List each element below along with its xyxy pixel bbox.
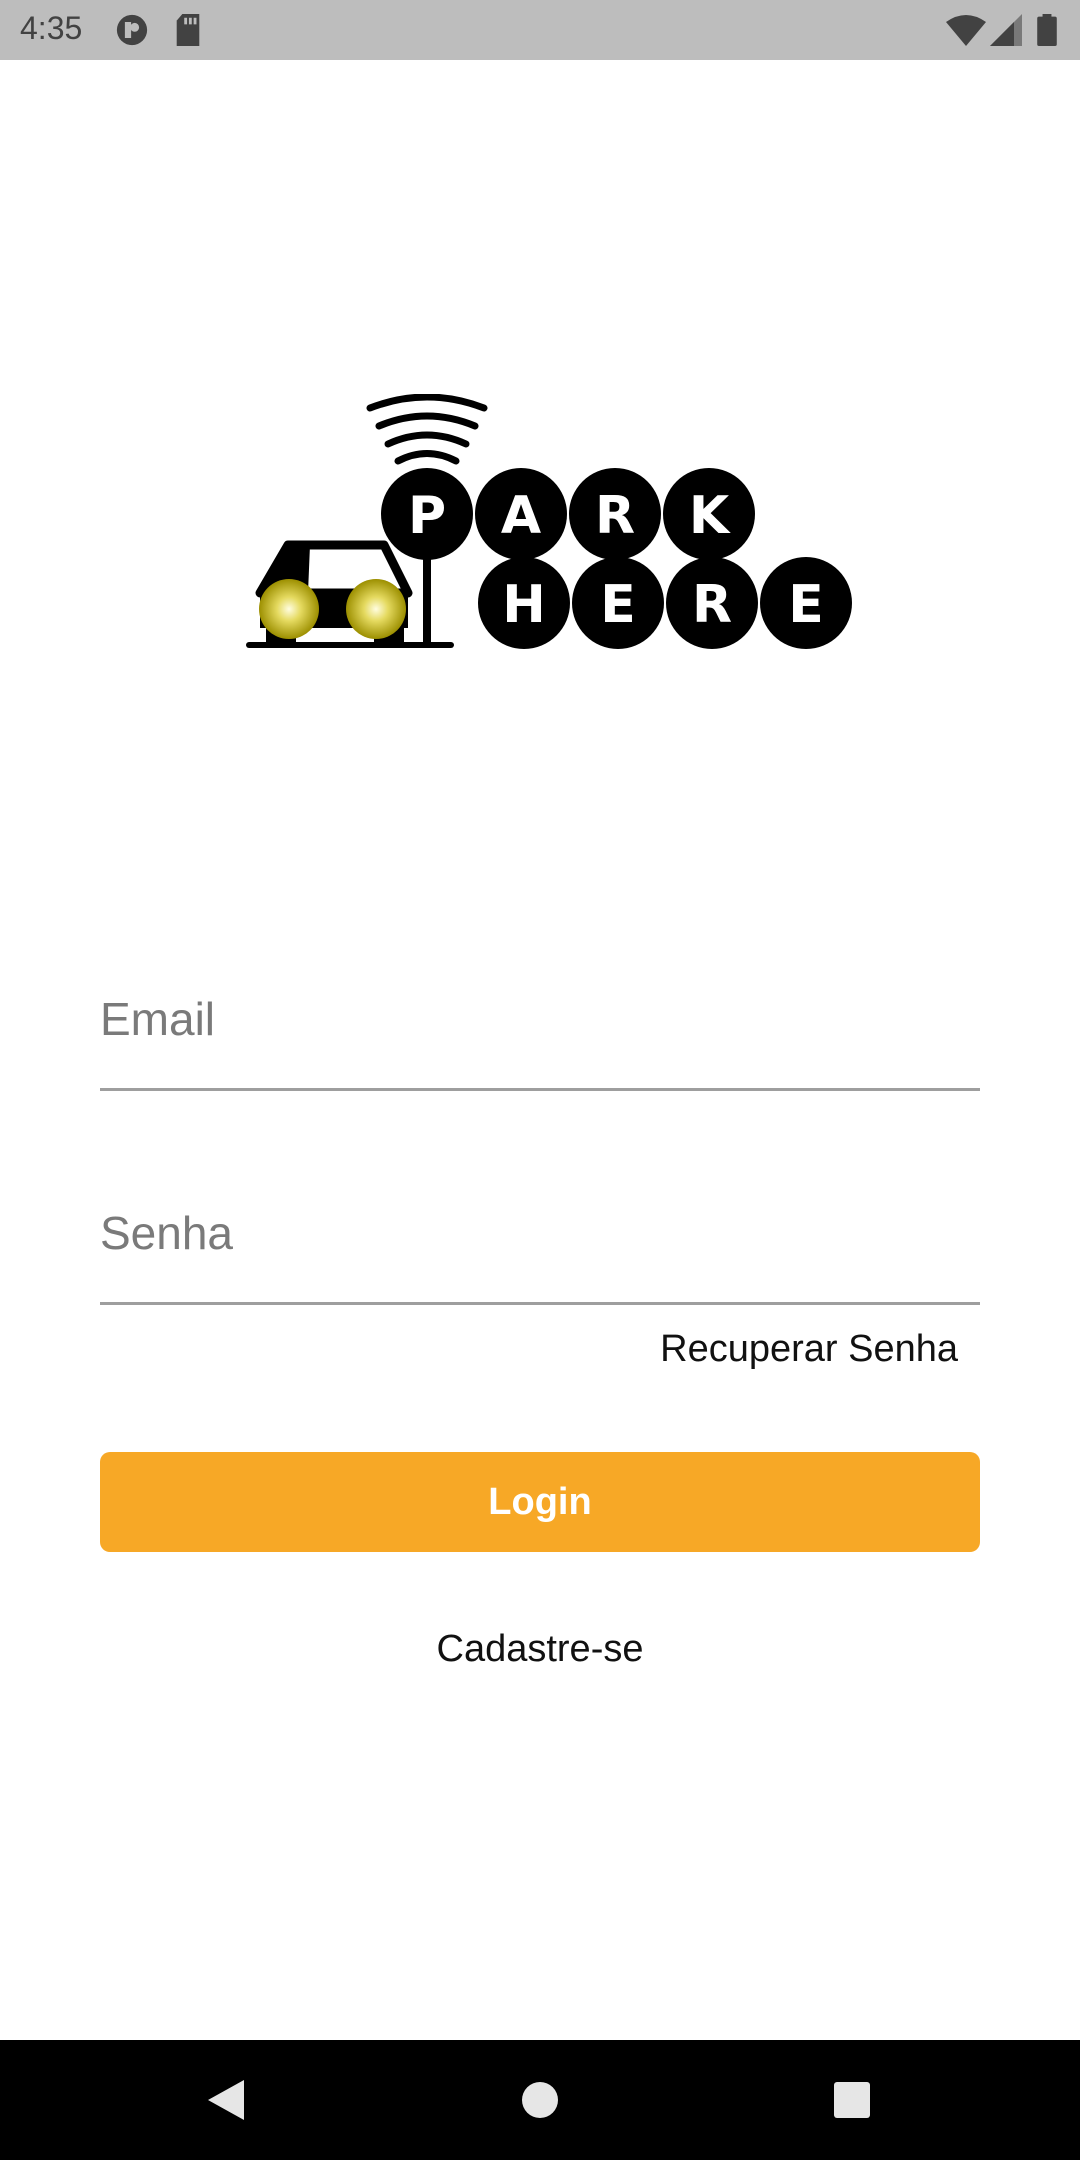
signal-arcs-icon: [366, 394, 488, 465]
back-icon: [208, 2080, 244, 2120]
sd-card-icon: [176, 14, 200, 46]
signup-link[interactable]: Cadastre-se: [0, 1628, 1080, 1671]
email-field[interactable]: [100, 992, 980, 1046]
login-screen: 4:35 P A R K H E R E Email Recuperar Sen…: [0, 0, 1080, 2160]
signal-icon: [990, 14, 1022, 46]
car-icon: [255, 540, 413, 644]
recents-button[interactable]: [812, 2060, 892, 2140]
login-button[interactable]: Login: [100, 1452, 980, 1552]
email-field-container: [100, 978, 980, 1091]
logo-letter: A: [501, 486, 541, 546]
status-bar: 4:35: [0, 0, 1080, 60]
logo-letter: E: [600, 575, 636, 635]
home-button[interactable]: [500, 2060, 580, 2140]
park-here-logo: P A R K H E R E: [246, 394, 852, 649]
logo-letter: P: [408, 486, 446, 546]
status-time: 4:35: [20, 10, 83, 46]
logo-letter: R: [595, 486, 635, 546]
battery-icon: [1037, 14, 1057, 46]
recents-icon: [834, 2082, 870, 2118]
back-button[interactable]: [186, 2060, 266, 2140]
logo-letter: E: [788, 575, 824, 635]
logo-letter: R: [692, 575, 732, 635]
password-field-container: [100, 1192, 980, 1305]
wifi-icon: [946, 15, 986, 46]
home-icon: [522, 2082, 558, 2118]
navigation-bar: [0, 2040, 1080, 2160]
logo-letter: K: [689, 486, 731, 546]
recover-password-link[interactable]: Recuperar Senha: [660, 1328, 958, 1371]
password-field[interactable]: [100, 1206, 980, 1260]
logo-letter: H: [502, 575, 546, 635]
app-notification-icon: [116, 14, 148, 46]
